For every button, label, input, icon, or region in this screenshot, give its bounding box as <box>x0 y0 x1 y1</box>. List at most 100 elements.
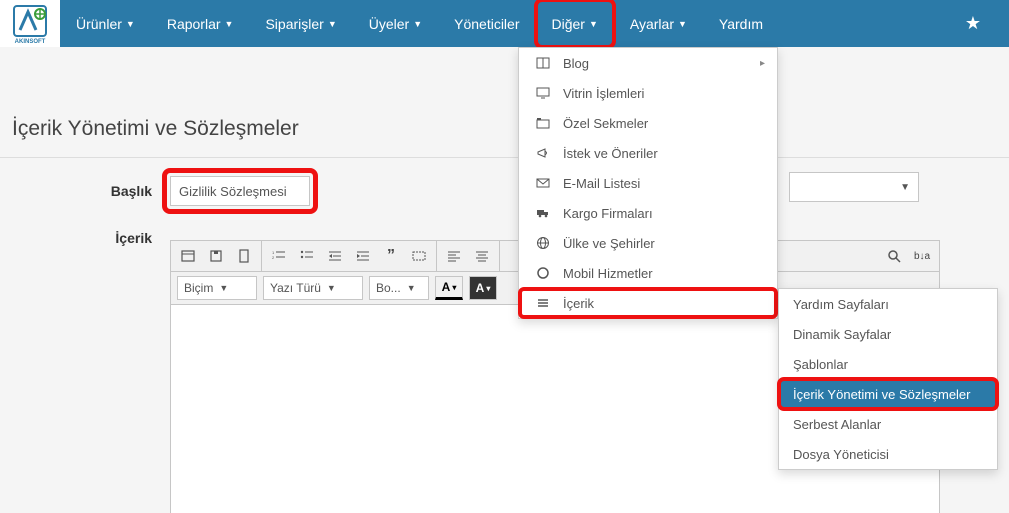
title-input[interactable] <box>170 176 310 206</box>
nav-label: Yöneticiler <box>454 16 519 32</box>
page-title: İçerik Yönetimi ve Sözleşmeler <box>0 87 1009 158</box>
tb-group-source <box>171 241 262 271</box>
sm-label: Yardım Sayfaları <box>793 297 889 312</box>
dd-label: E-Mail Listesi <box>563 176 640 191</box>
dd-label: Blog <box>563 56 589 71</box>
source-icon[interactable] <box>177 245 199 267</box>
font-combo[interactable]: Yazı Türü ▼ <box>263 276 363 300</box>
sm-label: Şablonlar <box>793 357 848 372</box>
style-combo[interactable]: Biçim ▼ <box>177 276 257 300</box>
nav-item-reports[interactable]: Raporlar ▼ <box>151 0 250 47</box>
sm-item-free-areas[interactable]: Serbest Alanlar <box>779 409 997 439</box>
svg-text:2: 2 <box>272 255 275 260</box>
nav-item-help[interactable]: Yardım <box>703 0 779 47</box>
envelope-icon <box>533 176 553 190</box>
tb-group-lists: 12 ” <box>262 241 437 271</box>
top-navbar: AKINSOFT Ürünler▼ Raporlar▼ Siparişler▼ … <box>0 0 1009 47</box>
combo-label: Biçim <box>184 281 213 295</box>
align-left-icon[interactable] <box>443 245 465 267</box>
brand-logo[interactable]: AKINSOFT <box>0 0 60 47</box>
tabs-icon <box>533 116 553 130</box>
dd-item-cargo[interactable]: Kargo Firmaları <box>519 198 777 228</box>
nav-label: Siparişler <box>265 16 323 32</box>
combo-label: Yazı Türü <box>270 281 321 295</box>
dd-label: İstek ve Öneriler <box>563 146 658 161</box>
dropdown-caret-icon: ▼ <box>900 182 910 193</box>
indent-icon[interactable] <box>352 245 374 267</box>
find-icon[interactable] <box>883 245 905 267</box>
save-icon[interactable] <box>205 245 227 267</box>
dd-item-countries[interactable]: Ülke ve Şehirler <box>519 228 777 258</box>
right-dropdown[interactable]: ▼ <box>789 172 919 202</box>
dd-label: Özel Sekmeler <box>563 116 648 131</box>
dd-item-requests[interactable]: İstek ve Öneriler <box>519 138 777 168</box>
dd-item-blog[interactable]: Blog ▸ <box>519 48 777 78</box>
sm-item-dynamic-pages[interactable]: Dinamik Sayfalar <box>779 319 997 349</box>
newpage-icon[interactable] <box>233 245 255 267</box>
content-label: İçerik <box>0 224 170 246</box>
dd-item-email-list[interactable]: E-Mail Listesi <box>519 168 777 198</box>
nav-label: Üyeler <box>369 16 409 32</box>
circle-icon <box>533 266 553 280</box>
nav-label: Ürünler <box>76 16 122 32</box>
nav-item-admins[interactable]: Yöneticiler <box>438 0 535 47</box>
caret-down-icon: ▼ <box>219 283 228 293</box>
monitor-icon <box>533 86 553 100</box>
nav-label: Ayarlar <box>630 16 674 32</box>
tb-group-align <box>437 241 500 271</box>
nav-item-settings[interactable]: Ayarlar ▼ <box>614 0 703 47</box>
dd-item-custom-tabs[interactable]: Özel Sekmeler <box>519 108 777 138</box>
sm-item-help-pages[interactable]: Yardım Sayfaları <box>779 289 997 319</box>
list-icon <box>533 296 553 310</box>
sm-item-templates[interactable]: Şablonlar <box>779 349 997 379</box>
nav-label: Yardım <box>719 16 763 32</box>
nav-item-members[interactable]: Üyeler ▼ <box>353 0 438 47</box>
book-icon <box>533 56 553 70</box>
chevron-right-icon: ▸ <box>760 58 765 69</box>
align-center-icon[interactable] <box>471 245 493 267</box>
dd-label: Mobil Hizmetler <box>563 266 653 281</box>
nav-menu: Ürünler▼ Raporlar▼ Siparişler▼ Üyeler▼ Y… <box>60 0 779 47</box>
caret-down-icon: ▼ <box>678 19 687 29</box>
a-label: A <box>442 280 451 294</box>
outdent-icon[interactable] <box>324 245 346 267</box>
caret-down-icon: ▼ <box>327 283 336 293</box>
text-color-button[interactable]: A▾ <box>435 276 463 300</box>
favorites-star-icon[interactable]: ★ <box>937 0 1009 47</box>
div-icon[interactable] <box>408 245 430 267</box>
content-submenu: Yardım Sayfaları Dinamik Sayfalar Şablon… <box>778 288 998 470</box>
caret-down-icon: ▼ <box>328 19 337 29</box>
nav-label: Raporlar <box>167 16 221 32</box>
dd-item-content[interactable]: İçerik <box>519 288 777 318</box>
combo-label: Bo... <box>376 281 401 295</box>
dd-item-showcase[interactable]: Vitrin İşlemleri <box>519 78 777 108</box>
megaphone-icon <box>533 146 553 160</box>
dd-label: Vitrin İşlemleri <box>563 86 644 101</box>
quote-icon[interactable]: ” <box>380 245 402 267</box>
dd-label: İçerik <box>563 296 594 311</box>
caret-down-icon: ▼ <box>407 283 416 293</box>
caret-down-icon: ▼ <box>225 19 234 29</box>
globe-icon <box>533 236 553 250</box>
dd-item-mobile[interactable]: Mobil Hizmetler <box>519 258 777 288</box>
title-label: Başlık <box>0 183 170 199</box>
tb-group-find: b↓a <box>877 241 939 271</box>
numbered-list-icon[interactable]: 12 <box>268 245 290 267</box>
nav-item-products[interactable]: Ürünler▼ <box>60 0 151 47</box>
sm-label: Dinamik Sayfalar <box>793 327 891 342</box>
a-label: A <box>476 281 485 295</box>
caret-down-icon: ▼ <box>589 19 598 29</box>
replace-icon[interactable]: b↓a <box>911 245 933 267</box>
sm-item-file-manager[interactable]: Dosya Yöneticisi <box>779 439 997 469</box>
nav-item-orders[interactable]: Siparişler ▼ <box>249 0 352 47</box>
sm-label: Dosya Yöneticisi <box>793 447 889 462</box>
bullet-list-icon[interactable] <box>296 245 318 267</box>
sm-label: Serbest Alanlar <box>793 417 881 432</box>
size-combo[interactable]: Bo... ▼ <box>369 276 429 300</box>
bg-color-button[interactable]: A▾ <box>469 276 497 300</box>
sm-item-content-management[interactable]: İçerik Yönetimi ve Sözleşmeler <box>779 379 997 409</box>
truck-icon <box>533 206 553 220</box>
nav-item-other[interactable]: Diğer▼ <box>536 0 614 47</box>
dd-label: Ülke ve Şehirler <box>563 236 655 251</box>
caret-down-icon: ▼ <box>413 19 422 29</box>
